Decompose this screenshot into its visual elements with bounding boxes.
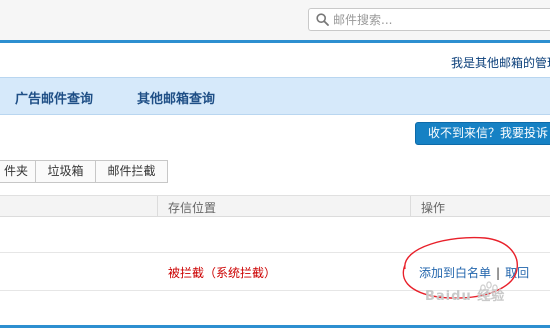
- baidu-watermark: Baidu 经验: [423, 277, 533, 310]
- blocked-status: 被拦截（系统拦截）: [168, 266, 277, 280]
- tab-spam[interactable]: 垃圾箱: [35, 160, 96, 183]
- table-header: [0, 195, 550, 217]
- tab-folder[interactable]: 件夹: [0, 160, 36, 183]
- search-input[interactable]: [333, 9, 543, 30]
- search-icon[interactable]: [316, 13, 329, 26]
- nav-other-mailbox-query[interactable]: 其他邮箱查询: [137, 88, 215, 107]
- header-storage-location: 存信位置: [168, 201, 217, 215]
- column-separator: [157, 196, 158, 216]
- column-separator: [410, 196, 411, 216]
- watermark-text: Baidu 经验: [425, 289, 506, 304]
- admin-link[interactable]: 我是其他邮箱的管理: [451, 54, 550, 71]
- nav-ad-mail-query[interactable]: 广告邮件查询: [15, 88, 93, 107]
- header-operation: 操作: [421, 201, 446, 215]
- tab-mail-block[interactable]: 邮件拦截: [95, 160, 168, 183]
- header-divider: [0, 40, 550, 43]
- complain-button[interactable]: 收不到来信？我要投诉: [415, 122, 550, 145]
- bottom-divider: [0, 325, 550, 328]
